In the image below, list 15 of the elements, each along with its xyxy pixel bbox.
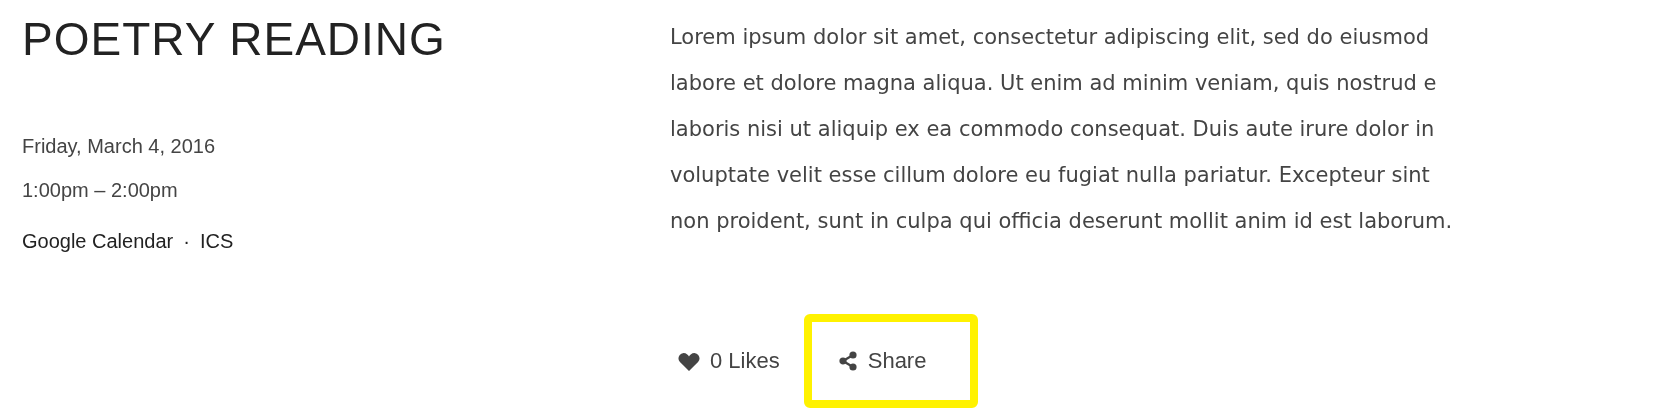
calendar-link[interactable]: ICS (199, 230, 234, 253)
description-line: laboris nisi ut aliquip ex ea commodo consequat. Duis aute irure dolor in (670, 116, 1436, 143)
description-line: labore et dolore magna aliqua. Ut enim ad minim veniam, quis nostrud e (670, 70, 1438, 97)
description-line: voluptate velit esse cillum dolore eu fugiat nulla pariatur. Excepteur sint (670, 162, 1431, 189)
event-date: Friday, March 4, 2016 (22, 134, 217, 159)
separator-dot: · (183, 230, 190, 253)
share-button[interactable]: Share (803, 314, 979, 408)
description-line: non proident, sunt in culpa qui officia deserunt mollit anim id est laborum. (670, 208, 1453, 235)
likes-button[interactable]: 0 Likes (670, 314, 794, 408)
description-line: Lorem ipsum dolor sit amet, consectetur adipiscing elit, sed do eiusmod (670, 24, 1431, 51)
event-time: 1:00pm – 2:00pm (22, 178, 179, 203)
event-title: POETRY READING (22, 12, 447, 66)
share-icon (837, 351, 858, 371)
calendar-link[interactable]: Google Calendar (22, 230, 174, 253)
heart-icon (678, 351, 700, 371)
